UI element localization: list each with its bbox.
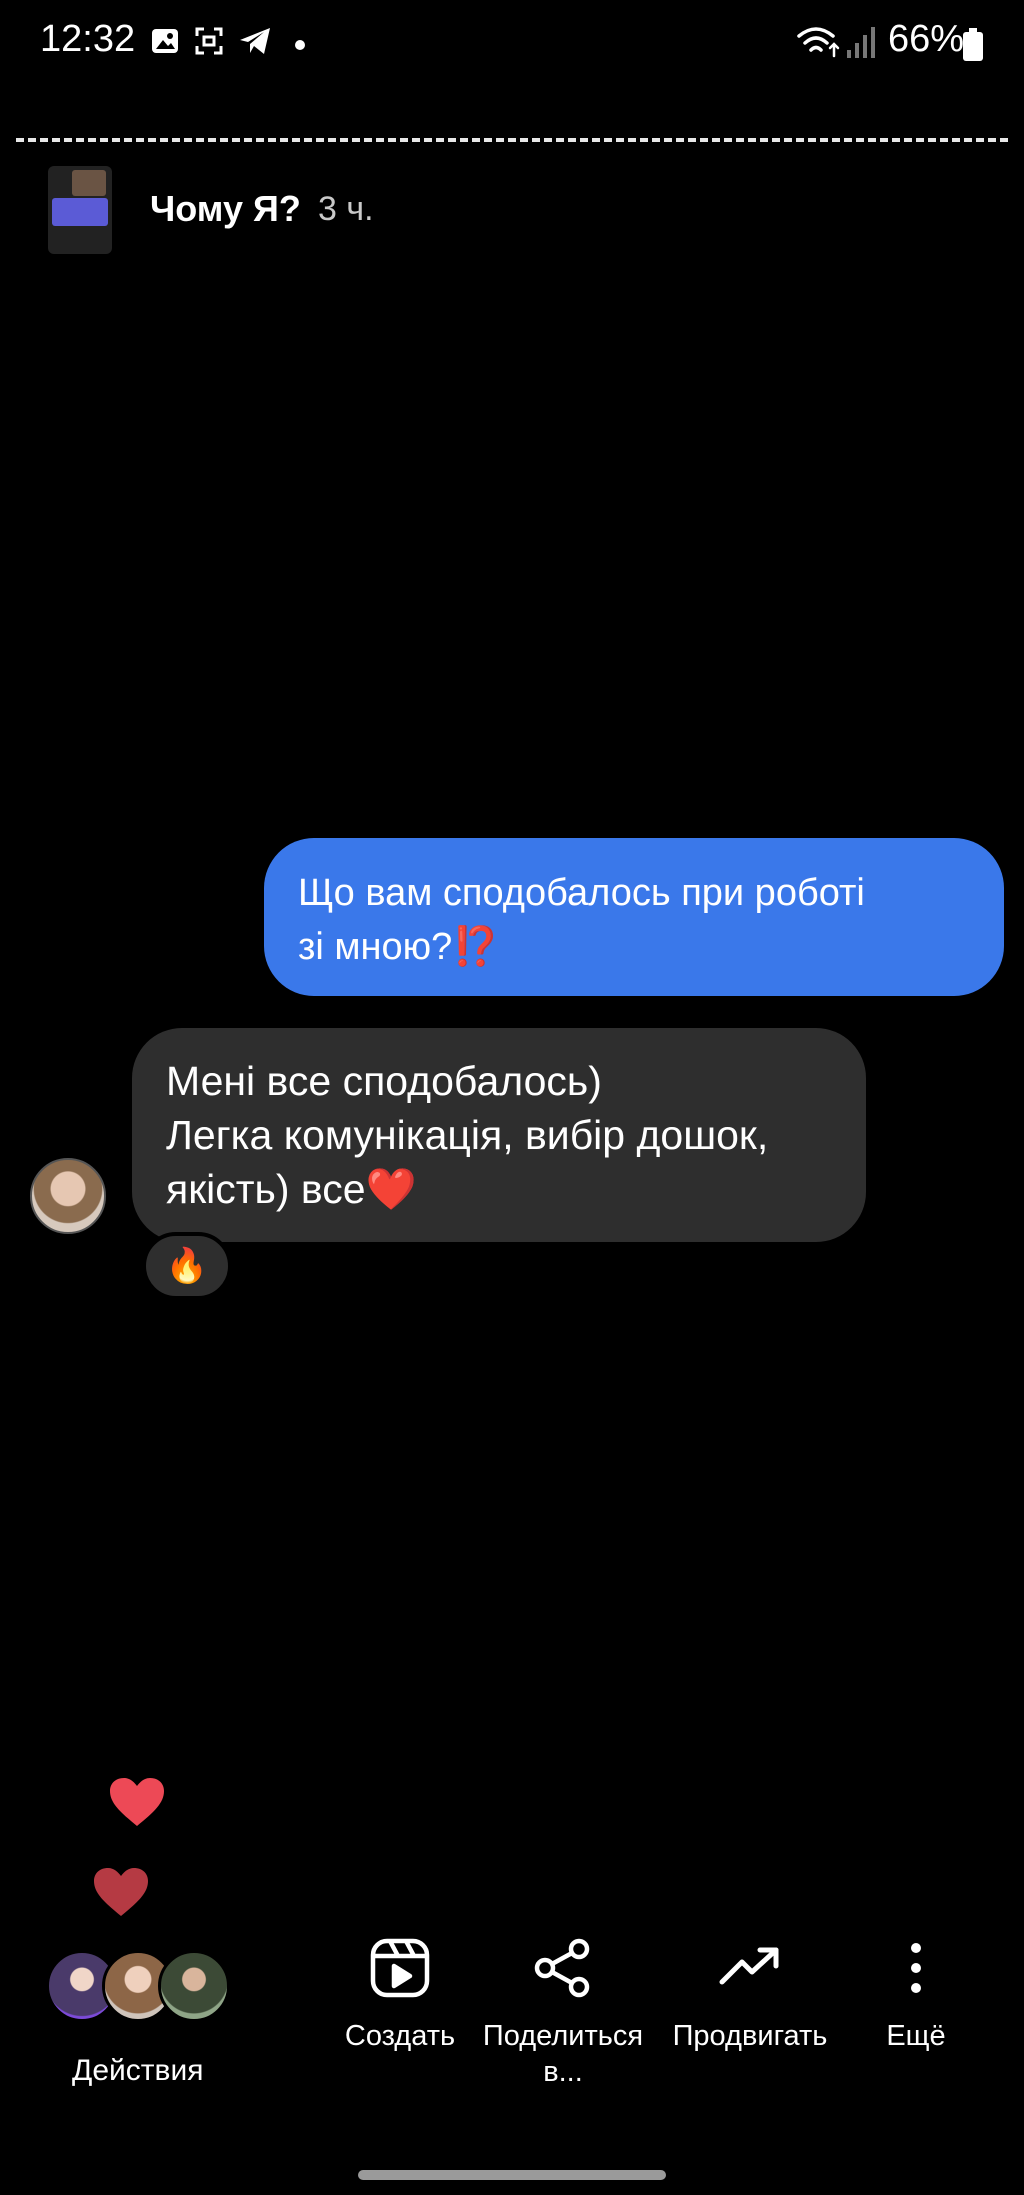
outgoing-message-line: Що вам сподобалось при роботі: [298, 872, 865, 914]
promote-label: Продвигать: [672, 2020, 828, 2052]
fire-reaction-emoji: 🔥: [165, 1247, 209, 1285]
more-vertical-icon: [884, 1936, 948, 2000]
incoming-message-line: якість) все❤️: [166, 1166, 417, 1212]
activity-label[interactable]: Действия: [72, 2054, 203, 2088]
share-icon: [531, 1936, 595, 2000]
status-bar: 12:32 66%: [0, 0, 1024, 90]
battery-percent: 66%: [887, 18, 964, 60]
screenshot-icon: [194, 26, 224, 61]
reels-icon: [368, 1936, 432, 2000]
incoming-message-line: Легка комунікація, вибір дошок,: [166, 1112, 769, 1158]
viewer-avatar: [158, 1950, 230, 2022]
thumbnail-message-part: [52, 198, 108, 226]
share-label-line2: в...: [543, 2056, 583, 2088]
status-time: 12:32: [40, 18, 136, 60]
more-label: Ещё: [886, 2020, 946, 2052]
viewers-avatars[interactable]: [46, 1950, 236, 2024]
story-progress-bar: [16, 138, 1008, 142]
story-header[interactable]: Чому Я? 3 ч.: [48, 166, 648, 256]
thumbnail-image-part: [72, 170, 106, 196]
share-label: Поделиться в...: [478, 2018, 648, 2090]
share-label-line1: Поделиться: [482, 2020, 644, 2052]
incoming-message-line: Мені все сподобалось): [166, 1058, 602, 1104]
story-viewer-screen: 12:32 66% Чому Я? 3 ч. Що вам сподобалос…: [0, 0, 1024, 2195]
battery-icon: [962, 28, 984, 67]
story-time-ago: 3 ч.: [318, 190, 374, 228]
story-thumbnail[interactable]: [48, 166, 112, 254]
home-indicator[interactable]: [358, 2170, 666, 2180]
share-button[interactable]: Поделиться в...: [478, 1936, 648, 2090]
outgoing-message-line: зі мною?⁉️: [298, 926, 500, 968]
story-title: Чому Я?: [150, 188, 301, 229]
create-button[interactable]: Создать: [340, 1936, 460, 2054]
heart-icon: [92, 1866, 150, 1923]
signal-icon: [846, 26, 876, 63]
promote-button[interactable]: Продвигать: [668, 1936, 832, 2054]
wifi-icon: [796, 24, 840, 65]
trending-up-icon: [718, 1936, 782, 2000]
telegram-icon: [238, 26, 272, 61]
heart-icon: [108, 1776, 166, 1833]
create-label: Создать: [344, 2020, 456, 2052]
message-reaction: 🔥: [142, 1232, 232, 1300]
more-button[interactable]: Ещё: [874, 1936, 958, 2054]
incoming-message-bubble: Мені все сподобалось) Легка комунікація,…: [132, 1028, 866, 1242]
gallery-icon: [150, 26, 180, 61]
dot-icon: [294, 38, 306, 56]
outgoing-message-bubble: Що вам сподобалось при роботі зі мною?⁉️: [264, 838, 1004, 996]
sender-avatar: [30, 1158, 106, 1234]
